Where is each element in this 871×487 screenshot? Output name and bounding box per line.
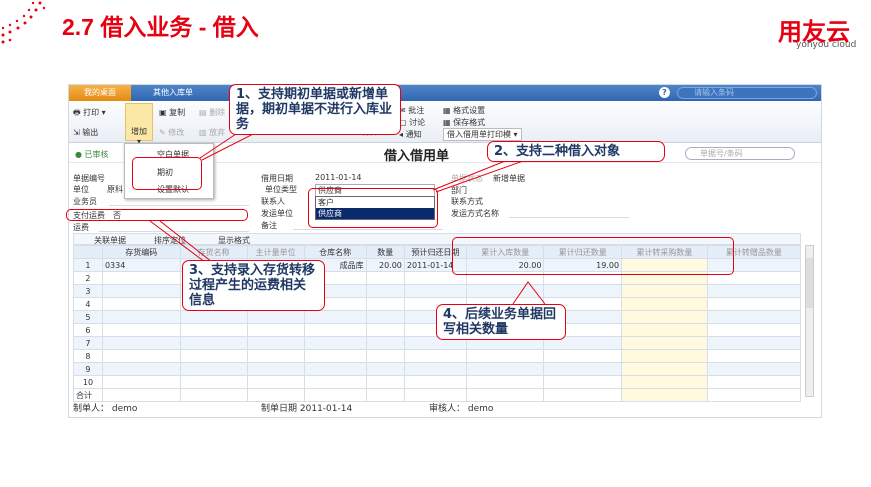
callout-1: 1、支持期初单据或新增单据，期初单据不进行入库业务 — [229, 84, 401, 135]
callout-pointer-lines — [149, 127, 546, 305]
callout-2: 2、支持二种借入对象 — [487, 141, 665, 162]
callout-4: 4、后续业务单据回写相关数量 — [436, 304, 566, 340]
callout-3: 3、支持录入存货转移过程产生的运费相关信息 — [182, 260, 325, 311]
